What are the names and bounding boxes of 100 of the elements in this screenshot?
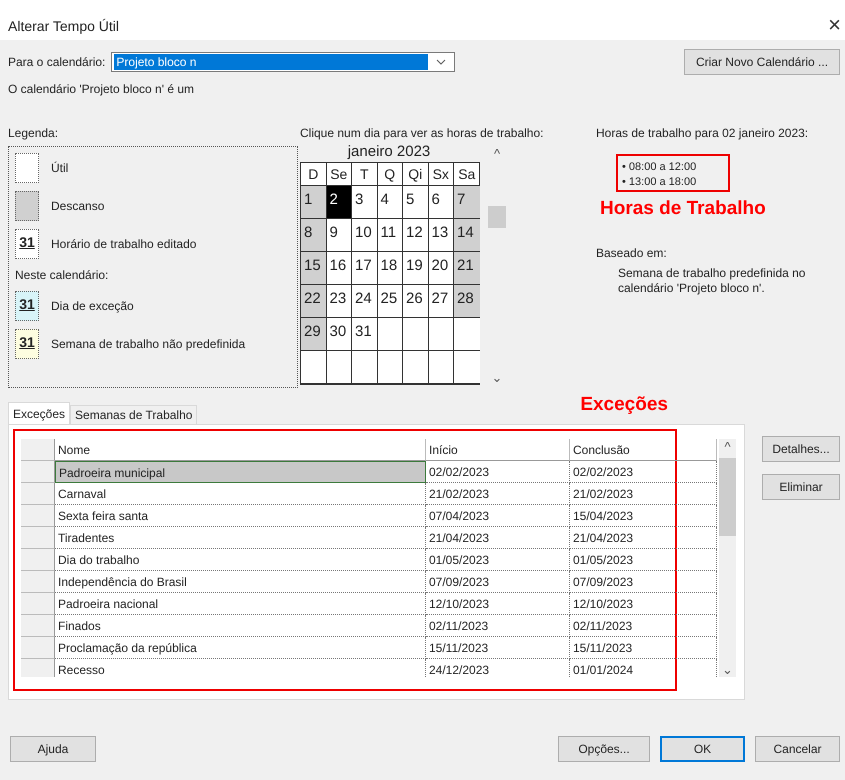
side-button[interactable]: Detalhes... [762, 436, 840, 462]
calendar-day[interactable] [352, 351, 378, 384]
calendar-day[interactable]: 30 [326, 318, 352, 351]
calendar-day[interactable] [326, 351, 352, 384]
calendar-day[interactable]: 9 [326, 219, 352, 252]
calendar-day[interactable]: 16 [326, 252, 352, 285]
scroll-down-button[interactable]: ⌄ [722, 662, 733, 677]
footer-button[interactable]: Opções... [558, 736, 650, 762]
calendar-day[interactable]: 12 [403, 219, 428, 252]
table-cell: 21/04/2023 [570, 527, 717, 549]
scroll-down-button[interactable]: ⌄ [492, 370, 502, 385]
legend-label: Descanso [51, 199, 104, 213]
calendar-day[interactable]: 2 [326, 186, 352, 219]
calendar-day[interactable] [454, 351, 480, 384]
table-cell: 24/12/2023 [426, 659, 570, 677]
table-cell: 01/05/2023 [570, 549, 717, 571]
table-cell: 07/04/2023 [426, 505, 570, 527]
footer-button[interactable]: Ajuda [10, 736, 96, 762]
calendar-day[interactable] [301, 351, 326, 384]
table-cell: Carnaval [55, 483, 426, 505]
table-cell: 15/11/2023 [426, 637, 570, 659]
table-cell: Recesso [55, 659, 426, 677]
legend-swatch: 31 [15, 291, 39, 321]
new-calendar-button[interactable]: Criar Novo Calendário ... [684, 49, 840, 75]
footer-button[interactable]: OK [660, 736, 745, 762]
legend-label: Horário de trabalho editado [51, 237, 196, 251]
calendar-label: Para o calendário: [8, 55, 106, 69]
calendar-day[interactable]: 22 [301, 285, 326, 318]
calendar-day[interactable] [428, 318, 454, 351]
scroll-up-button[interactable]: ^ [494, 146, 500, 161]
calendar-day[interactable]: 19 [403, 252, 428, 285]
hours-item: • 08:00 a 12:00 [622, 160, 698, 175]
scroll-up-button[interactable]: ^ [724, 439, 731, 454]
legend-label: Dia de exceção [51, 299, 134, 313]
calendar-day[interactable]: 26 [403, 285, 428, 318]
calendar-day[interactable] [403, 318, 428, 351]
table-cell: 01/01/2024 [570, 659, 717, 677]
calendar-day[interactable] [378, 351, 403, 384]
footer-button[interactable]: Cancelar [755, 736, 840, 762]
calendar-note: O calendário 'Projeto bloco n' é um [8, 82, 196, 96]
annotation-label: Exceções [580, 394, 668, 416]
table-cell: Dia do trabalho [55, 549, 426, 571]
calendar-day[interactable] [428, 351, 454, 384]
calendar-day[interactable]: 18 [378, 252, 403, 285]
calendar-day[interactable] [454, 318, 480, 351]
calendar-day[interactable]: 31 [352, 318, 378, 351]
table-cell: 01/05/2023 [426, 549, 570, 571]
calendar-day[interactable]: 14 [454, 219, 480, 252]
based-on-text: Semana de trabalho predefinida no calendário 'Projeto bloco n'. [618, 266, 806, 296]
calendar-day[interactable]: 5 [403, 186, 428, 219]
calendar-day[interactable]: 23 [326, 285, 352, 318]
table-cell: 07/09/2023 [570, 571, 717, 593]
window-title: Alterar Tempo Útil [8, 18, 120, 34]
calendar-dropdown[interactable]: Projeto bloco n [111, 52, 456, 72]
column-header: Início [426, 439, 570, 461]
calendar-day[interactable]: 20 [428, 252, 454, 285]
legend-swatch [15, 191, 39, 221]
calendar-day[interactable] [403, 351, 428, 384]
calendar-day[interactable]: 10 [352, 219, 378, 252]
calendar-day[interactable]: 21 [454, 252, 480, 285]
calendar-day[interactable]: 29 [301, 318, 326, 351]
table-cell: 12/10/2023 [426, 593, 570, 615]
based-on-label: Baseado em: [596, 246, 668, 260]
scrollbar[interactable]: ^ ⌄ [719, 439, 736, 677]
calendar-day[interactable]: 11 [378, 219, 403, 252]
calendar-day[interactable]: 13 [428, 219, 454, 252]
tab[interactable]: Semanas de Trabalho [70, 405, 198, 424]
calendar-day[interactable]: 24 [352, 285, 378, 318]
legend-swatch [15, 153, 39, 183]
close-button[interactable]: × [824, 16, 845, 34]
calendar-day[interactable]: 3 [352, 186, 378, 219]
table-cell: 02/11/2023 [570, 615, 717, 637]
calendar-day[interactable]: 1 [301, 186, 326, 219]
annotation-label: Horas de Trabalho [600, 198, 767, 220]
table-cell: 07/09/2023 [426, 571, 570, 593]
calendar-day[interactable]: 6 [428, 186, 454, 219]
legend-title: Legenda: [8, 126, 60, 142]
table-cell: 21/04/2023 [426, 527, 570, 549]
column-header: Conclusão [570, 439, 717, 461]
scroll-thumb[interactable] [488, 206, 506, 228]
month-title: janeiro 2023 [346, 143, 432, 160]
calendar-day[interactable]: 27 [428, 285, 454, 318]
table-cell: 02/11/2023 [426, 615, 570, 637]
calendar-day[interactable]: 8 [301, 219, 326, 252]
legend-swatch: 31 [15, 229, 39, 259]
calendar-day[interactable]: 7 [454, 186, 480, 219]
table-cell: Padroeira municipal [55, 461, 426, 483]
calendar-day[interactable]: 15 [301, 252, 326, 285]
calendar-prompt: Clique num dia para ver as horas de trabalho: [300, 126, 544, 142]
calendar-day[interactable]: 4 [378, 186, 403, 219]
legend-heading: Neste calendário: [15, 267, 110, 284]
legend-label: Útil [51, 161, 68, 175]
calendar-day[interactable]: 25 [378, 285, 403, 318]
tab[interactable]: Exceções [8, 402, 70, 424]
calendar-day[interactable]: 17 [352, 252, 378, 285]
calendar-day[interactable] [378, 318, 403, 351]
calendar-day[interactable]: 28 [454, 285, 480, 318]
table-cell: Independência do Brasil [55, 571, 426, 593]
side-button[interactable]: Eliminar [762, 474, 840, 500]
legend-swatch: 31 [15, 329, 39, 359]
